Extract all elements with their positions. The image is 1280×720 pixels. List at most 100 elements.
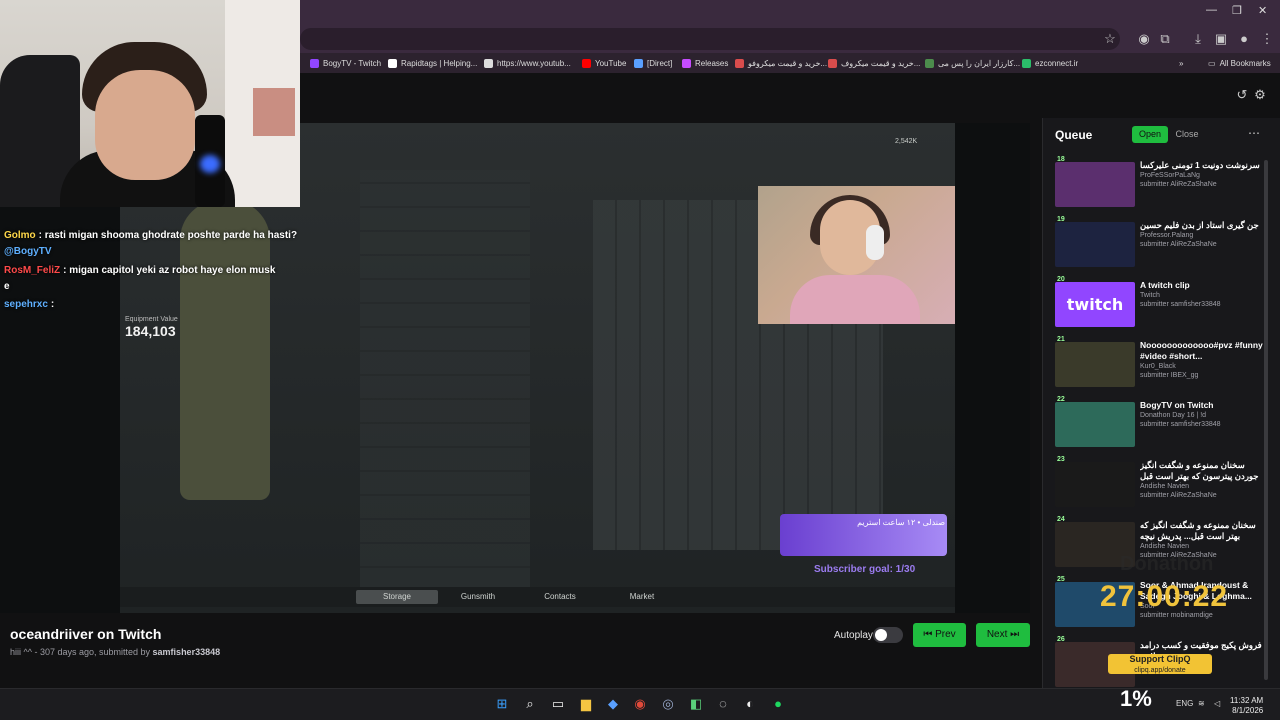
queue-close-button[interactable]: Close (1172, 126, 1202, 143)
queue-item[interactable]: 23 سخنان ممنوعه و شگفت انگیز جوردن پیترسو… (1055, 456, 1267, 514)
search-icon[interactable]: ⌕ (520, 694, 540, 714)
subscriber-goal: Subscriber goal: 1/30 (814, 564, 916, 575)
queue-item-submitter: submitter samfisher33848 (1140, 301, 1221, 308)
clip-submitter[interactable]: samfisher33848 (153, 647, 221, 657)
bookmark-favicon-icon (682, 58, 691, 68)
history-icon[interactable]: ↺ (1233, 87, 1251, 103)
queue-item-title: سخنان ممنوعه و شگفت انگیز جوردن پیترسون … (1140, 460, 1259, 481)
bookmarks-overflow-icon[interactable]: » (1179, 55, 1183, 71)
bookmark-favicon-icon (484, 58, 493, 68)
bookmark-8[interactable]: کارزار ایران را پس می... (925, 55, 1020, 71)
bookmark-0[interactable]: BogyTV - Twitch (310, 55, 381, 71)
queue-item-submitter: submitter AliReZaShaNe (1140, 492, 1217, 499)
bookmark-5[interactable]: Releases (682, 55, 728, 71)
game-tab-contacts: Contacts (544, 592, 576, 601)
queue-item-channel: Andishe Navien (1140, 543, 1190, 550)
windows-start-icon[interactable]: ⊞ (492, 694, 512, 714)
queue-scrollbar[interactable] (1264, 160, 1268, 680)
queue-item[interactable]: 18 سرنوشت دونیت 1 تومنی علیرکسا ProFeSSorP… (1055, 156, 1267, 214)
chat-username[interactable]: sepehrxc (4, 299, 48, 310)
steam-icon[interactable]: ◎ (658, 694, 678, 714)
app-icon[interactable]: ◧ (686, 694, 706, 714)
chrome-icon[interactable]: ◉ (630, 694, 650, 714)
task-view-icon[interactable]: ▭ (548, 694, 568, 714)
queue-thumbnail (1055, 342, 1135, 387)
download-icon[interactable]: ⤓ (1189, 31, 1207, 47)
extension-icon[interactable]: ◉ (1135, 31, 1153, 47)
more-options-icon[interactable]: ⋯ (1248, 126, 1260, 140)
queue-number: 24 (1057, 516, 1065, 523)
queue-item-title: سرنوشت دونیت 1 تومنی علیرکسا (1140, 160, 1260, 170)
bookmark-favicon-icon (1022, 58, 1031, 68)
queue-item-submitter: submitter AliReZaShaNe (1140, 181, 1217, 188)
address-bar[interactable] (300, 28, 1120, 50)
puzzle-icon[interactable]: ⧉ (1156, 31, 1174, 47)
chat-text: : rasti migan shooma ghodrate poshte par… (38, 230, 298, 241)
queue-item-channel: Professor.Palang (1140, 232, 1194, 239)
bookmark-3[interactable]: YouTube (582, 55, 626, 71)
queue-thumbnail (1055, 402, 1135, 447)
queue-thumbnail (1055, 162, 1135, 207)
chat-text: e (4, 281, 10, 292)
bookmark-6[interactable]: خرید و قیمت میکروفو... (735, 55, 827, 71)
profile-avatar[interactable]: ● (1235, 31, 1253, 47)
chat-username[interactable]: RosM_FeliZ (4, 265, 60, 276)
bookmark-4[interactable]: [Direct] (634, 55, 672, 71)
folder-icon: ▭ (1208, 58, 1216, 68)
chat-text: : migan capitol yeki az robot haye elon … (63, 265, 276, 276)
obs-icon[interactable]: ◌ (713, 694, 733, 714)
spotify-icon[interactable]: ● (768, 694, 788, 714)
queue-item[interactable]: 19 جن گیری استاد از بدن فلیم حسین Professo… (1055, 216, 1267, 274)
chat-text: @BogyTV (4, 246, 52, 257)
chat-username[interactable]: Golmo (4, 230, 36, 241)
equipment-value: 184,103 (125, 323, 176, 339)
bookmark-9[interactable]: ezconnect.ir (1022, 55, 1078, 71)
menu-icon[interactable]: ⋮ (1258, 31, 1276, 47)
queue-item-channel: Andishe Navien (1140, 483, 1190, 490)
streamer-webcam (0, 0, 300, 207)
queue-item[interactable]: twitch 20 A twitch clip Twitch submitter sam… (1055, 276, 1267, 334)
bookmark-favicon-icon (634, 58, 643, 68)
queue-open-button[interactable]: Open (1132, 126, 1168, 143)
queue-number: 21 (1057, 336, 1065, 343)
queue-item-submitter: submitter IBEX_gg (1140, 372, 1199, 379)
wifi-icon[interactable]: ≋ (1198, 699, 1205, 708)
headset-icon (866, 225, 884, 260)
queue-item[interactable]: 22 BogyTV on Twitch Donathon Day 16 | !d su… (1055, 396, 1267, 454)
clip-title: oceandriiver on Twitch (10, 626, 162, 642)
queue-number: 20 (1057, 276, 1065, 283)
queue-item[interactable]: 21 Nooooooooooooo#pvz #funny #video #shor… (1055, 336, 1267, 394)
all-bookmarks[interactable]: ▭ All Bookmarks (1208, 55, 1271, 71)
streamer-face (95, 70, 195, 180)
minimize-icon[interactable]: — (1206, 4, 1217, 16)
queue-number: 18 (1057, 156, 1065, 163)
queue-number: 26 (1057, 636, 1065, 643)
tab-search-icon[interactable]: ▣ (1212, 31, 1230, 47)
twitch-logo: twitch (1066, 295, 1124, 314)
file-explorer-icon[interactable]: ▆ (576, 694, 596, 714)
bookmark-2[interactable]: https://www.youtub... (484, 55, 571, 71)
bookmark-1[interactable]: Rapidtags | Helping... (388, 55, 477, 71)
autoplay-toggle-knob (875, 629, 887, 641)
bookmark-favicon-icon (310, 58, 319, 68)
bookmark-7[interactable]: خرید و قیمت میکروف... (828, 55, 920, 71)
percent-overlay: 1% (1120, 686, 1152, 711)
volume-icon[interactable]: ◁ (1214, 699, 1220, 708)
system-clock[interactable]: 11:32 AM 8/1/2026 (1230, 696, 1263, 716)
queue-number: 19 (1057, 216, 1065, 223)
maximize-icon[interactable]: ❐ (1232, 4, 1242, 17)
queue-item-submitter: submitter AliReZaShaNe (1140, 241, 1217, 248)
language-indicator[interactable]: ENG (1176, 699, 1193, 708)
next-button[interactable]: Next ⏭ (976, 623, 1030, 647)
close-window-icon[interactable]: ✕ (1258, 4, 1267, 17)
prev-button[interactable]: ⏮ Prev (913, 623, 966, 647)
github-icon[interactable]: ◐ (740, 694, 760, 714)
game-tab-gunsmith: Gunsmith (460, 592, 496, 601)
vscode-icon[interactable]: ◆ (603, 694, 623, 714)
star-icon[interactable]: ☆ (1101, 31, 1119, 47)
soldier-figure (180, 200, 270, 500)
guest-shirt (790, 275, 920, 324)
clip-meta: hiii ^^ - 307 days ago, submitted by sam… (10, 647, 220, 657)
settings-sliders-icon[interactable]: ⚙ (1251, 87, 1269, 103)
queue-thumbnail (1055, 222, 1135, 267)
